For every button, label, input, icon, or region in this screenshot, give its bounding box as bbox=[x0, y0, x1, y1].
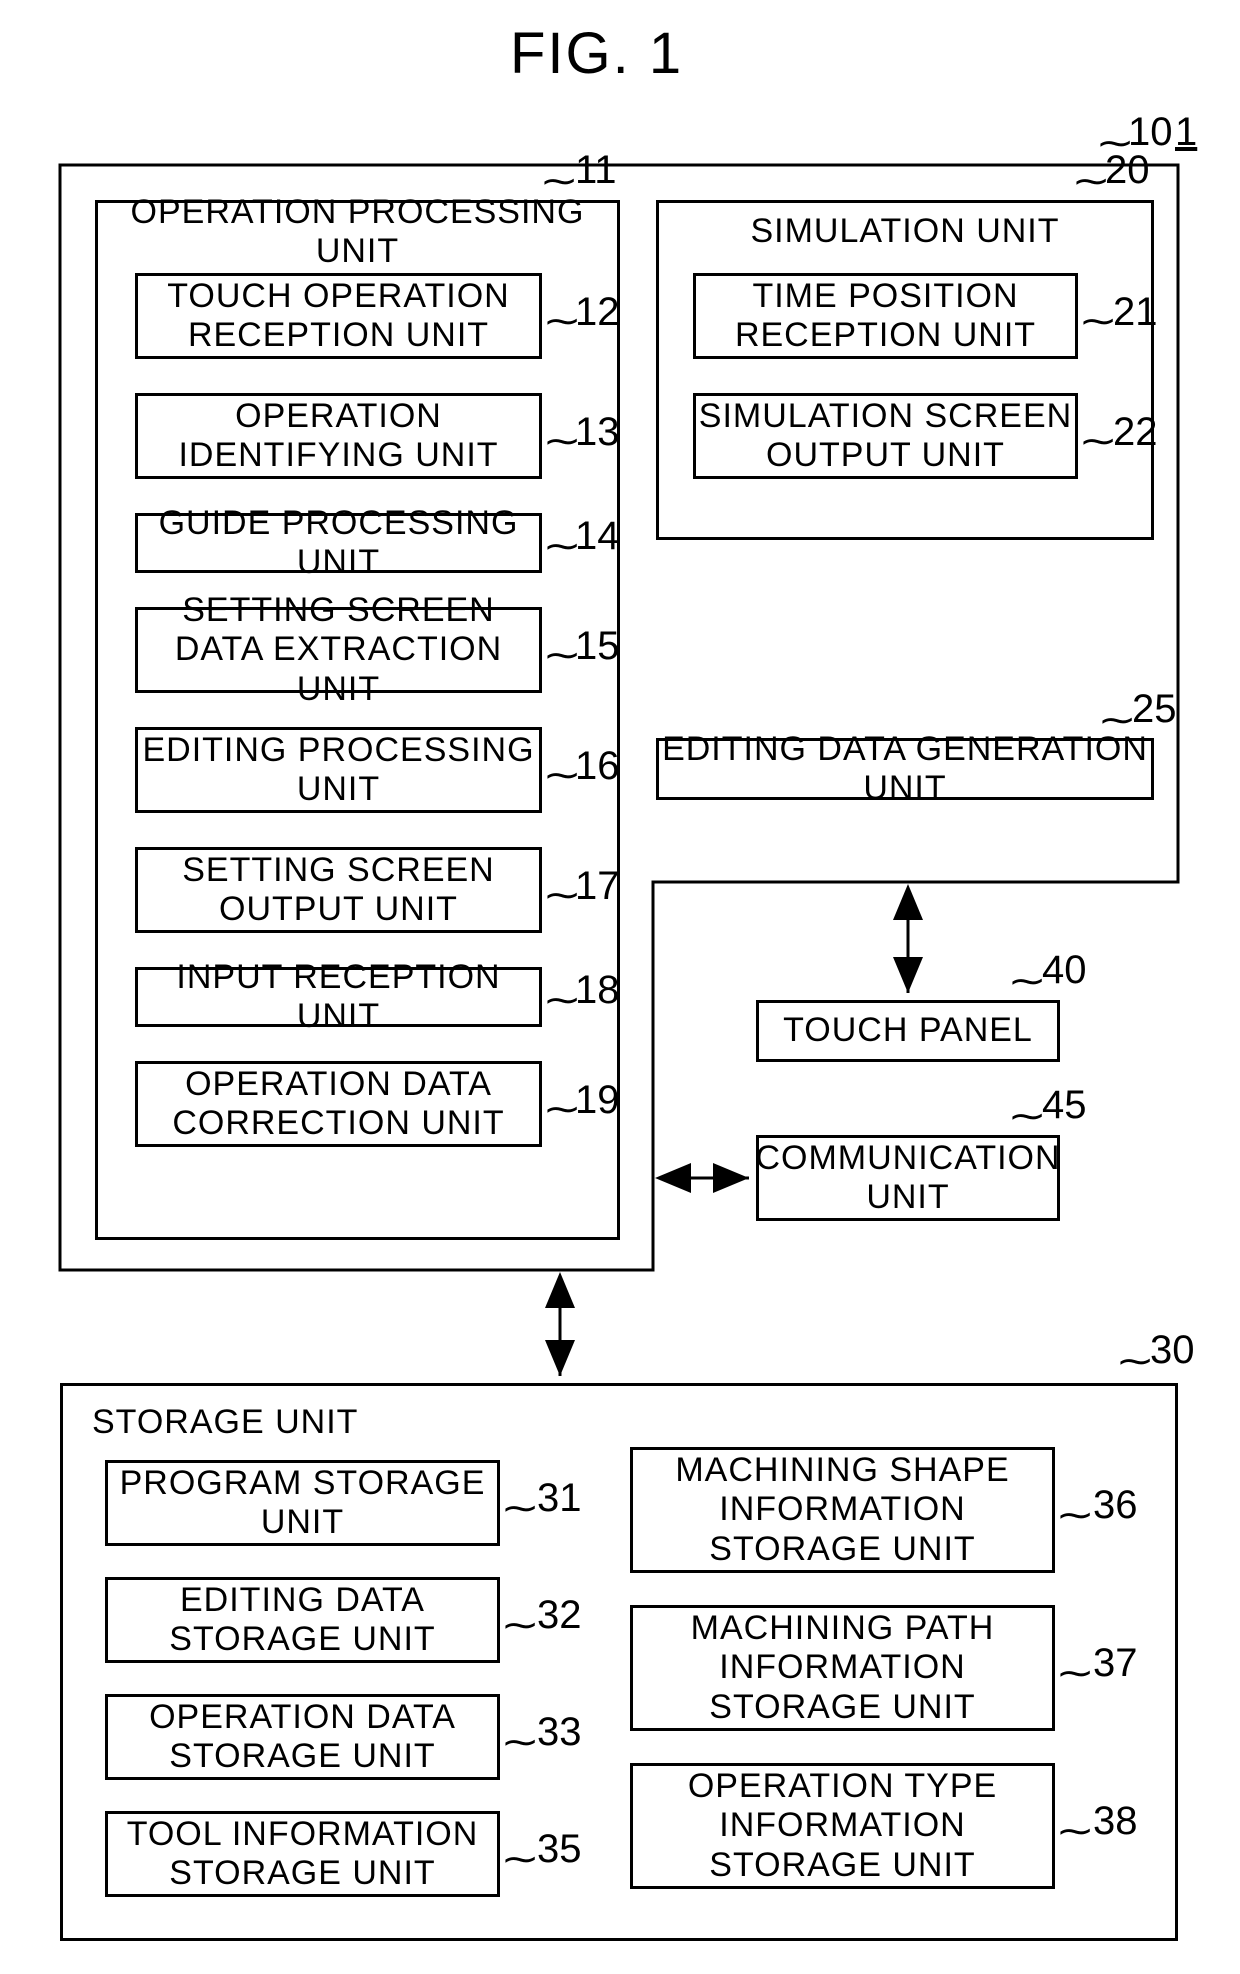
tilde-19 bbox=[547, 1086, 577, 1128]
ref-30: 30 bbox=[1150, 1328, 1195, 1373]
tilde-21 bbox=[1083, 298, 1113, 340]
ref-14: 14 bbox=[575, 514, 620, 559]
tilde-13 bbox=[547, 418, 577, 460]
tilde-45 bbox=[1012, 1093, 1042, 1135]
label-22: SIMULATION SCREEN OUTPUT UNIT bbox=[693, 393, 1078, 479]
tilde-18 bbox=[547, 977, 577, 1019]
ref-32: 32 bbox=[537, 1593, 582, 1638]
tilde-12 bbox=[547, 298, 577, 340]
label-45: COMMUNICATION UNIT bbox=[756, 1135, 1060, 1221]
label-38: OPERATION TYPE INFORMATION STORAGE UNIT bbox=[630, 1763, 1055, 1889]
label-12: TOUCH OPERATION RECEPTION UNIT bbox=[135, 273, 542, 359]
tilde-20 bbox=[1076, 158, 1106, 200]
label-20: SIMULATION UNIT bbox=[656, 210, 1154, 254]
label-17: SETTING SCREEN OUTPUT UNIT bbox=[135, 847, 542, 933]
label-15: SETTING SCREEN DATA EXTRACTION UNIT bbox=[135, 607, 542, 693]
label-40: TOUCH PANEL bbox=[756, 1000, 1060, 1062]
label-18: INPUT RECEPTION UNIT bbox=[135, 967, 542, 1027]
tilde-38 bbox=[1060, 1808, 1090, 1850]
tilde-35 bbox=[505, 1836, 535, 1878]
label-16: EDITING PROCESSING UNIT bbox=[135, 727, 542, 813]
ref-20: 20 bbox=[1105, 148, 1150, 193]
label-32: EDITING DATA STORAGE UNIT bbox=[105, 1577, 500, 1663]
ref-12: 12 bbox=[575, 290, 620, 335]
label-36: MACHINING SHAPE INFORMATION STORAGE UNIT bbox=[630, 1447, 1055, 1573]
ref-22: 22 bbox=[1113, 410, 1158, 455]
label-13: OPERATION IDENTIFYING UNIT bbox=[135, 393, 542, 479]
label-33: OPERATION DATA STORAGE UNIT bbox=[105, 1694, 500, 1780]
ref-11: 11 bbox=[575, 148, 617, 193]
ref-38: 38 bbox=[1093, 1799, 1138, 1844]
tilde-17 bbox=[547, 872, 577, 914]
tilde-30 bbox=[1120, 1338, 1150, 1380]
ref-21: 21 bbox=[1113, 290, 1158, 335]
ref-35: 35 bbox=[537, 1827, 582, 1872]
tilde-16 bbox=[547, 752, 577, 794]
label-14: GUIDE PROCESSING UNIT bbox=[135, 513, 542, 573]
tilde-32 bbox=[505, 1602, 535, 1644]
label-30: STORAGE UNIT bbox=[92, 1403, 358, 1442]
ref-16: 16 bbox=[575, 744, 620, 789]
label-21: TIME POSITION RECEPTION UNIT bbox=[693, 273, 1078, 359]
tilde-37 bbox=[1060, 1650, 1090, 1692]
tilde-25 bbox=[1102, 697, 1132, 739]
label-25: EDITING DATA GENERATION UNIT bbox=[656, 738, 1154, 800]
diagram-canvas: FIG. 1 1 10 OPERATION PROCESSING UNIT 11… bbox=[0, 0, 1240, 1974]
ref-13: 13 bbox=[575, 410, 620, 455]
label-37: MACHINING PATH INFORMATION STORAGE UNIT bbox=[630, 1605, 1055, 1731]
tilde-40 bbox=[1012, 958, 1042, 1000]
ref-37: 37 bbox=[1093, 1641, 1138, 1686]
tilde-14 bbox=[547, 523, 577, 565]
tilde-11 bbox=[544, 158, 574, 200]
label-11: OPERATION PROCESSING UNIT bbox=[95, 210, 620, 254]
ref-33: 33 bbox=[537, 1710, 582, 1755]
ref-31: 31 bbox=[537, 1476, 582, 1521]
ref-25: 25 bbox=[1132, 687, 1177, 732]
ref-17: 17 bbox=[575, 864, 620, 909]
ref-45: 45 bbox=[1042, 1083, 1087, 1128]
ref-19: 19 bbox=[575, 1078, 620, 1123]
tilde-33 bbox=[505, 1719, 535, 1761]
tilde-15 bbox=[547, 632, 577, 674]
tilde-31 bbox=[505, 1485, 535, 1527]
label-19: OPERATION DATA CORRECTION UNIT bbox=[135, 1061, 542, 1147]
tilde-36 bbox=[1060, 1492, 1090, 1534]
ref-40: 40 bbox=[1042, 948, 1087, 993]
ref-15: 15 bbox=[575, 624, 620, 669]
ref-18: 18 bbox=[575, 968, 620, 1013]
label-31: PROGRAM STORAGE UNIT bbox=[105, 1460, 500, 1546]
tilde-22 bbox=[1083, 418, 1113, 460]
label-35: TOOL INFORMATION STORAGE UNIT bbox=[105, 1811, 500, 1897]
ref-36: 36 bbox=[1093, 1483, 1138, 1528]
